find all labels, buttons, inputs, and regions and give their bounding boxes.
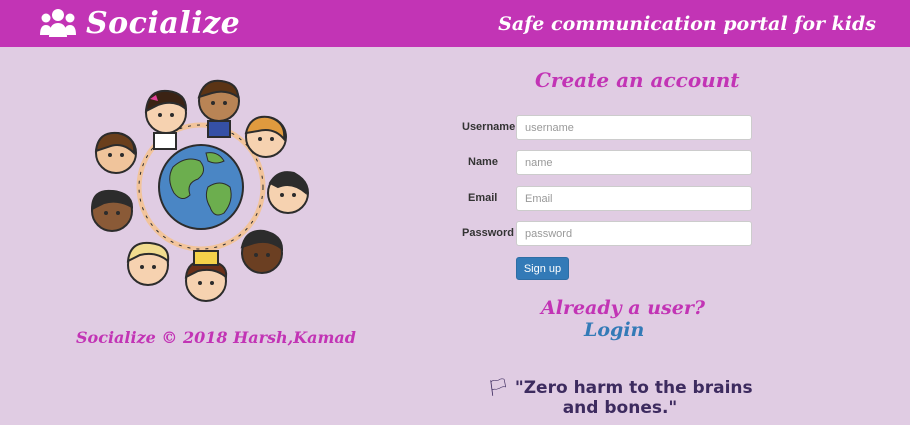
tagline: Safe communication portal for kids [498,13,876,35]
navbar: Socialize Safe communication portal for … [0,0,910,47]
username-input[interactable] [516,115,752,140]
password-row: Password [462,221,762,247]
name-input[interactable] [516,150,752,175]
already-user-text: Already a user? [541,297,705,319]
sign-up-button[interactable]: Sign up [516,257,569,280]
kids-around-globe-illustration [90,79,309,302]
name-row: Name [462,150,762,176]
email-label: Email [468,192,498,204]
username-label: Username [462,121,516,133]
footer-copyright: Socialize © 2018 Harsh,Kamad [76,328,356,347]
quote-text: "Zero harm to the brains and bones." [514,378,753,418]
users-icon [40,9,76,37]
username-row: Username [462,115,762,141]
flag-icon: 🏳 [487,378,509,398]
password-input[interactable] [516,221,752,246]
password-label: Password [462,227,514,239]
login-link[interactable]: Login [584,319,644,341]
brand-name: Socialize [86,5,241,41]
form-title: Create an account [535,68,740,92]
quote: 🏳 "Zero harm to the brains and bones." [470,378,770,418]
email-row: Email [462,186,762,212]
name-label: Name [468,156,498,168]
email-input[interactable] [516,186,752,211]
brand[interactable]: Socialize [40,2,240,44]
